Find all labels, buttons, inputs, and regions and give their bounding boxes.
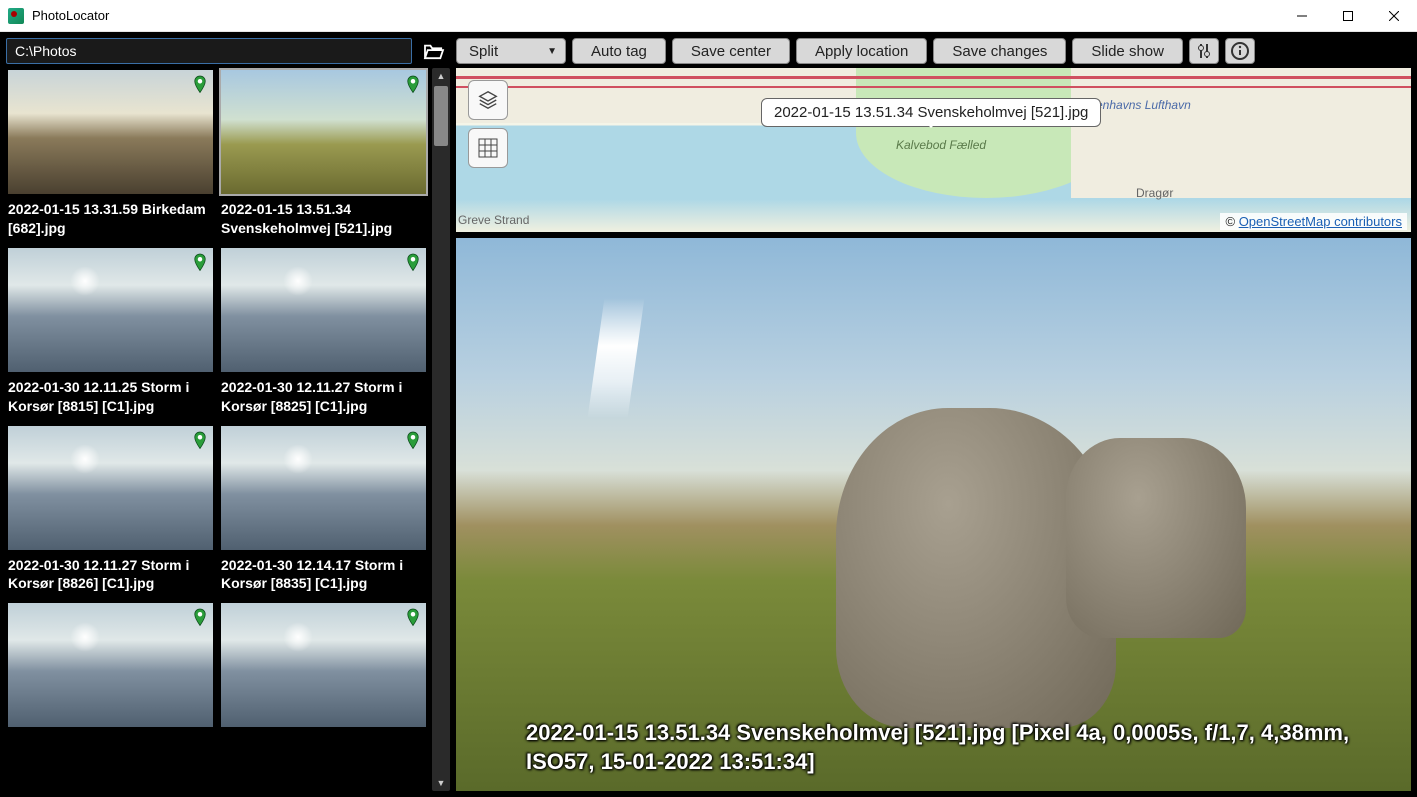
thumbnail-image[interactable] (6, 424, 215, 552)
close-button[interactable] (1371, 0, 1417, 31)
thumbnail-label: 2022-01-30 12.11.25 Storm i Korsør [8815… (6, 374, 215, 420)
settings-button[interactable] (1189, 38, 1219, 64)
thumbnail-item[interactable]: 2022-01-30 12.11.27 Storm i Korsør [8825… (219, 246, 428, 420)
thumbnail-grid: 2022-01-15 13.31.59 Birkedam [682].jpg20… (6, 68, 428, 791)
image-preview[interactable]: 2022-01-15 13.51.34 Svenskeholmvej [521]… (456, 238, 1411, 791)
map-label-greve: Greve Strand (458, 213, 529, 227)
folder-open-icon (423, 42, 445, 60)
save-center-button[interactable]: Save center (672, 38, 790, 64)
pin-icon (191, 607, 209, 629)
thumbnail-item[interactable] (6, 601, 215, 729)
app-icon (8, 8, 24, 24)
app-title: PhotoLocator (32, 8, 1279, 23)
maximize-button[interactable] (1325, 0, 1371, 31)
window-controls (1279, 0, 1417, 31)
pin-icon (404, 607, 422, 629)
map-layers-button[interactable] (468, 80, 508, 120)
layers-icon (477, 89, 499, 111)
auto-tag-button[interactable]: Auto tag (572, 38, 666, 64)
thumbnail-image[interactable] (219, 424, 428, 552)
map-controls (468, 80, 508, 168)
pin-icon (191, 252, 209, 274)
chevron-down-icon: ▼ (547, 46, 557, 57)
sliders-icon (1197, 43, 1211, 59)
scroll-down-icon[interactable]: ▼ (432, 775, 450, 791)
slide-show-button[interactable]: Slide show (1072, 38, 1183, 64)
thumbnail-image[interactable] (219, 68, 428, 196)
scroll-up-icon[interactable]: ▲ (432, 68, 450, 84)
info-icon (1231, 42, 1249, 60)
pin-icon (404, 252, 422, 274)
pin-icon (191, 430, 209, 452)
minimize-button[interactable] (1279, 0, 1325, 31)
thumbnail-label: 2022-01-30 12.11.27 Storm i Korsør [8825… (219, 374, 428, 420)
grid-icon (478, 138, 498, 158)
left-panel: 2022-01-15 13.31.59 Birkedam [682].jpg20… (6, 38, 450, 791)
thumbnail-item[interactable]: 2022-01-30 12.11.25 Storm i Korsør [8815… (6, 246, 215, 420)
scrollbar-thumb[interactable] (434, 86, 448, 146)
apply-location-button[interactable]: Apply location (796, 38, 927, 64)
app-body: 2022-01-15 13.31.59 Birkedam [682].jpg20… (0, 32, 1417, 797)
content-row: 2022-01-15 13.31.59 Birkedam [682].jpg20… (6, 38, 1411, 791)
thumbnail-label: 2022-01-15 13.31.59 Birkedam [682].jpg (6, 196, 215, 242)
thumbnail-scrollbar[interactable]: ▲ ▼ (432, 68, 450, 791)
folder-path-input[interactable] (6, 38, 412, 64)
thumbnail-item[interactable]: 2022-01-15 13.51.34 Svenskeholmvej [521]… (219, 68, 428, 242)
thumbnail-image[interactable] (6, 601, 215, 729)
thumbnail-item[interactable]: 2022-01-30 12.11.27 Storm i Korsør [8826… (6, 424, 215, 598)
map-marker-tooltip: 2022-01-15 13.51.34 Svenskeholmvej [521]… (761, 98, 1101, 127)
map-label-kalvebod: Kalvebod Fælled (896, 138, 986, 152)
thumbnail-image[interactable] (6, 68, 215, 196)
map-area[interactable]: Kalvebod Fælled Dragør Københavns Luftha… (456, 68, 1411, 234)
thumbnail-image[interactable] (6, 246, 215, 374)
thumbnail-item[interactable] (219, 601, 428, 729)
thumbnail-item[interactable]: 2022-01-15 13.31.59 Birkedam [682].jpg (6, 68, 215, 242)
save-changes-button[interactable]: Save changes (933, 38, 1066, 64)
thumbnail-image[interactable] (219, 601, 428, 729)
map-grid-button[interactable] (468, 128, 508, 168)
view-mode-dropdown[interactable]: Split ▼ (456, 38, 566, 64)
preview-caption: 2022-01-15 13.51.34 Svenskeholmvej [521]… (526, 718, 1391, 777)
thumbnail-image[interactable] (219, 246, 428, 374)
browse-folder-button[interactable] (418, 38, 450, 64)
thumbnail-label: 2022-01-30 12.11.27 Storm i Korsør [8826… (6, 552, 215, 598)
thumbnail-label: 2022-01-30 12.14.17 Storm i Korsør [8835… (219, 552, 428, 598)
map-attribution: © OpenStreetMap contributors (1220, 213, 1407, 230)
thumbnail-scroll-area: 2022-01-15 13.31.59 Birkedam [682].jpg20… (6, 68, 450, 791)
thumbnail-label: 2022-01-15 13.51.34 Svenskeholmvej [521]… (219, 196, 428, 242)
right-panel: Split ▼ Auto tag Save center Apply locat… (456, 38, 1411, 791)
map-label-dragor: Dragør (1136, 186, 1173, 200)
view-mode-label: Split (469, 43, 498, 60)
thumbnail-item[interactable]: 2022-01-30 12.14.17 Storm i Korsør [8835… (219, 424, 428, 598)
title-bar: PhotoLocator (0, 0, 1417, 32)
toolbar: Split ▼ Auto tag Save center Apply locat… (456, 38, 1411, 64)
path-row (6, 38, 450, 64)
pin-icon (191, 74, 209, 96)
info-button[interactable] (1225, 38, 1255, 64)
pin-icon (404, 74, 422, 96)
map-attribution-link[interactable]: OpenStreetMap contributors (1239, 214, 1402, 229)
pin-icon (404, 430, 422, 452)
